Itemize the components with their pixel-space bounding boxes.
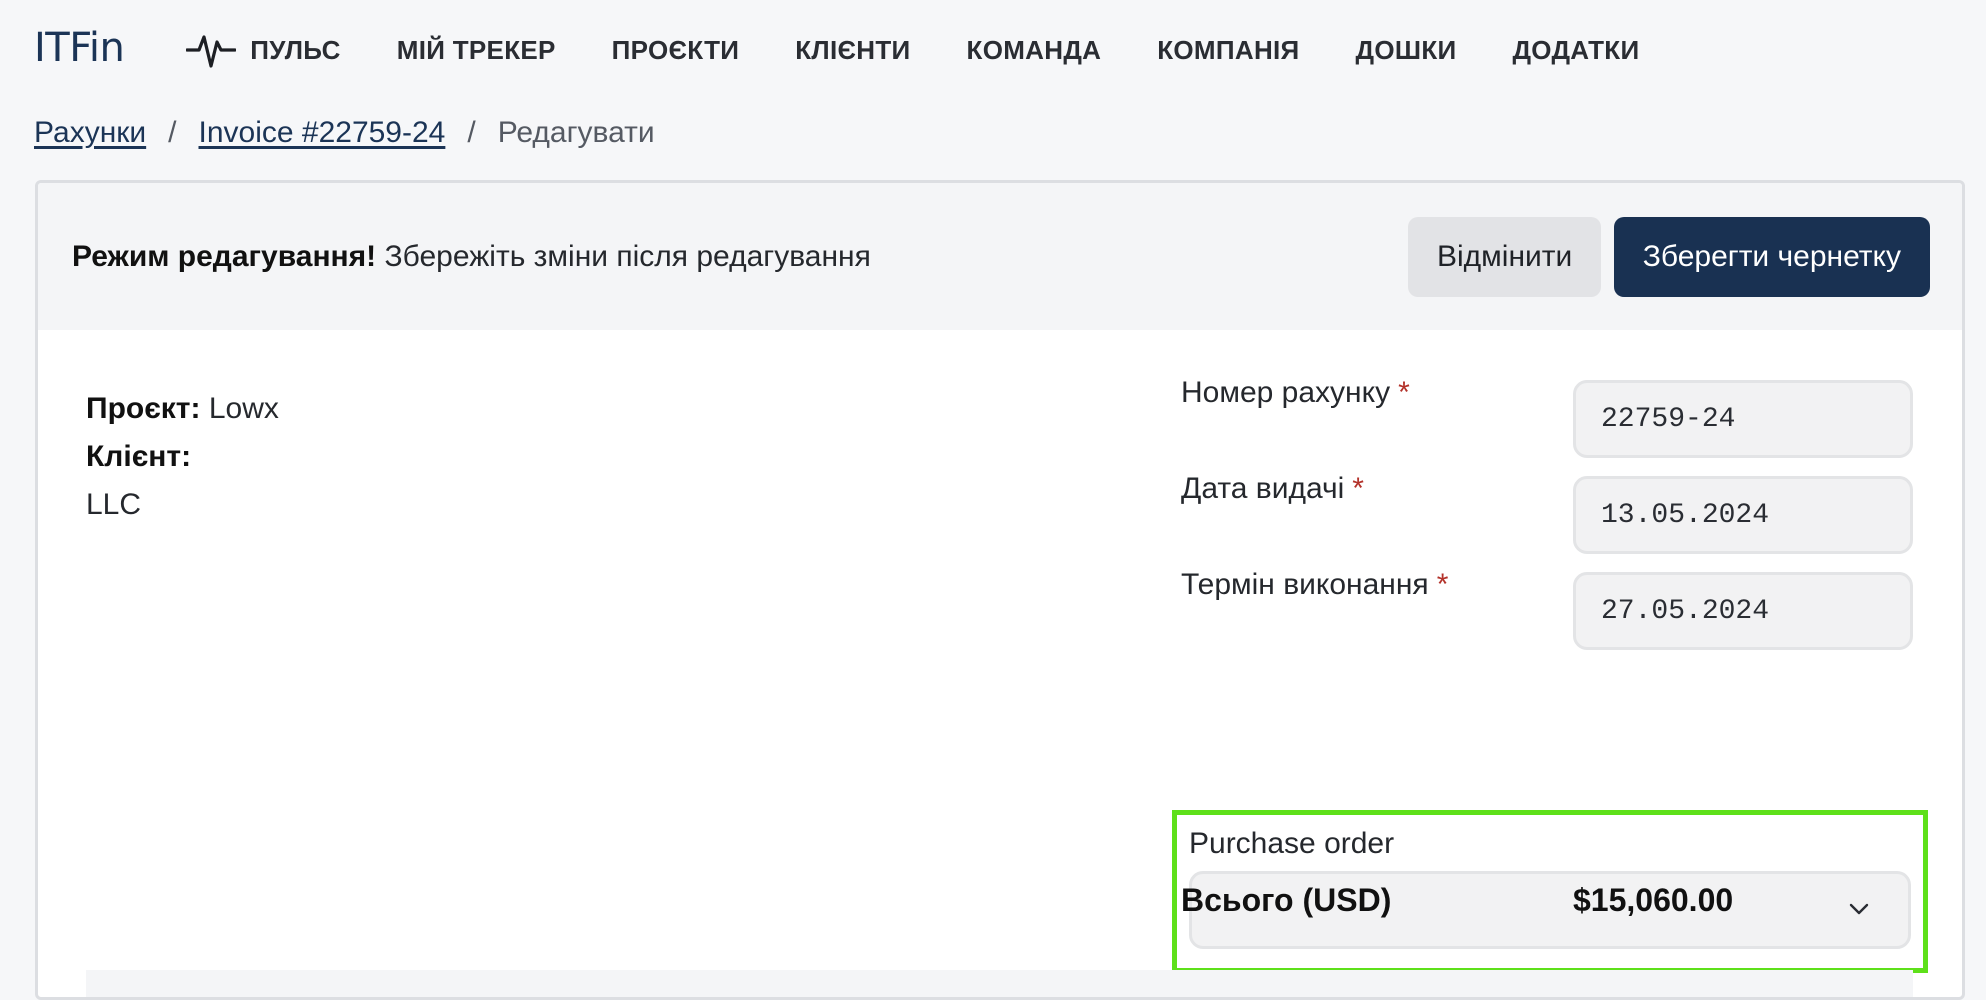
invoice-edit-card: Режим редагування! Збережіть зміни після… [35,180,1965,1000]
due-date-input[interactable] [1573,572,1913,650]
edit-actions: Відмінити Зберегти чернетку [1407,216,1930,297]
nav-item-team[interactable]: КОМАНДА [967,35,1102,66]
nav-item-apps[interactable]: ДОДАТКИ [1512,35,1639,66]
breadcrumb: Рахунки / Invoice #22759-24 / Редагувати [34,112,655,154]
invoice-number-label: Номер рахунку * [1181,376,1410,410]
nav-item-my-tracker[interactable]: МІЙ ТРЕКЕР [397,35,556,66]
project-row: Проєкт: Lowx [86,385,279,433]
invoice-number-input[interactable] [1573,380,1913,458]
nav-item-label: ПУЛЬС [250,34,341,65]
nav-item-boards[interactable]: ДОШКИ [1356,35,1457,66]
required-mark: * [1436,568,1449,601]
nav-item-company[interactable]: КОМПАНІЯ [1157,35,1299,66]
project-label: Проєкт: [86,392,201,425]
cancel-button[interactable]: Відмінити [1407,216,1602,297]
app-logo[interactable]: ITFin [34,25,125,71]
invoice-info: Проєкт: Lowx Клієнт: LLC [86,385,279,529]
issue-date-input[interactable] [1573,476,1913,554]
pulse-icon [186,35,237,68]
due-date-label: Термін виконання * [1181,568,1448,602]
required-mark: * [1352,472,1364,505]
items-section-divider [86,970,1913,997]
client-label: Клієнт: [86,440,192,473]
chevron-down-icon [1849,903,1869,915]
breadcrumb-current: Редагувати [497,116,655,149]
nav-item-clients[interactable]: КЛІЄНТИ [795,35,910,66]
edit-mode-text: Збережіть зміни після редагування [384,239,871,273]
project-value: Lowx [208,392,279,425]
edit-mode-bar: Режим редагування! Збережіть зміни після… [38,183,1962,330]
breadcrumb-separator: / [467,116,476,149]
top-navigation: ITFin ПУЛЬС МІЙ ТРЕКЕР ПРОЄКТИ КЛІЄНТИ К… [0,0,1986,100]
issue-date-label: Дата видачі * [1181,472,1364,506]
breadcrumb-invoice-link[interactable]: Invoice #22759-24 [199,116,446,150]
due-date-label-text: Термін виконання [1181,568,1429,601]
nav-item-projects[interactable]: ПРОЄКТИ [612,35,740,66]
edit-mode-title: Режим редагування! [72,239,377,273]
purchase-order-label: Purchase order [1189,827,1395,860]
nav-item-pulse[interactable]: ПУЛЬС [186,28,340,72]
invoice-number-label-text: Номер рахунку [1181,376,1391,409]
breadcrumb-invoices-link[interactable]: Рахунки [34,116,146,150]
breadcrumb-separator: / [168,116,177,149]
required-mark: * [1398,376,1410,409]
edit-mode-message: Режим редагування! Збережіть зміни після… [72,240,871,274]
invoice-form: Проєкт: Lowx Клієнт: LLC Номер рахунку * … [38,330,1962,997]
total-value: $15,060.00 [1573,882,1734,918]
client-value: LLC [86,488,142,521]
save-draft-button[interactable]: Зберегти чернетку [1613,216,1930,297]
client-label-row: Клієнт: [86,433,279,481]
total-label: Всього (USD) [1181,882,1392,918]
issue-date-label-text: Дата видачі [1181,472,1345,505]
